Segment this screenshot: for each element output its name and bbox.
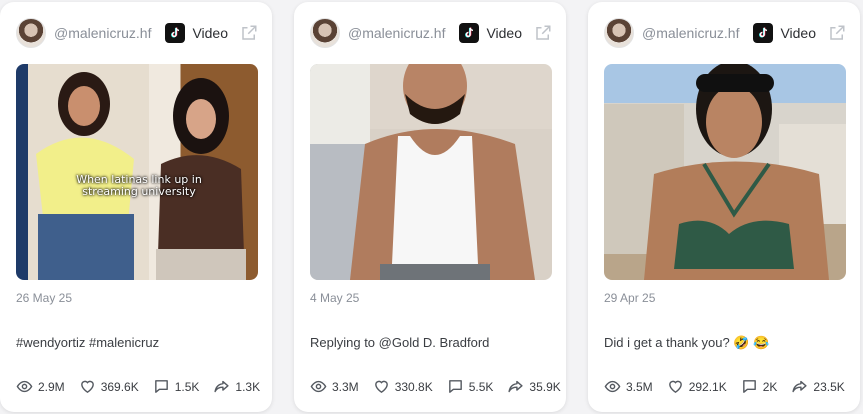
likes-stat: 330.8K <box>373 378 433 395</box>
comment-icon <box>154 380 168 393</box>
username[interactable]: @malenicruz.hf <box>54 25 165 41</box>
share-icon <box>508 380 524 393</box>
post-card[interactable]: @malenicruz.hf Video 29 Apr 25 Did i get… <box>588 2 860 412</box>
shares-count: 23.5K <box>813 379 845 394</box>
heart-icon <box>668 380 682 394</box>
post-date: 29 Apr 25 <box>604 291 656 305</box>
username[interactable]: @malenicruz.hf <box>348 25 459 41</box>
eye-icon <box>16 380 33 393</box>
tiktok-icon <box>753 23 774 43</box>
username[interactable]: @malenicruz.hf <box>642 25 753 41</box>
views-count: 3.5M <box>626 379 653 394</box>
avatar[interactable] <box>604 18 634 48</box>
video-thumbnail[interactable] <box>310 64 552 280</box>
external-link-icon[interactable] <box>534 24 552 42</box>
video-overlay-text: When latinas link up in streaming univer… <box>76 173 202 198</box>
eye-icon <box>604 380 621 393</box>
post-stats: 2.9M 369.6K 1.5K 1.3K <box>16 378 262 395</box>
comments-count: 2K <box>762 379 778 394</box>
post-stats: 3.5M 292.1K 2K 23.5K <box>604 378 850 395</box>
post-type-label: Video <box>780 25 816 41</box>
post-card[interactable]: @malenicruz.hf Video When latinas link u… <box>0 2 272 412</box>
post-stats: 3.3M 330.8K 5.5K 35.9K <box>310 378 561 395</box>
comments-stat: 2K <box>741 378 778 395</box>
views-count: 2.9M <box>38 379 65 394</box>
likes-stat: 369.6K <box>79 378 139 395</box>
share-icon <box>214 380 230 393</box>
tiktok-icon <box>459 23 480 43</box>
heart-icon <box>374 380 388 394</box>
tiktok-icon <box>165 23 186 43</box>
shares-stat: 35.9K <box>507 378 561 395</box>
comment-icon <box>448 380 462 393</box>
post-date: 4 May 25 <box>310 291 360 305</box>
views-stat: 2.9M <box>16 378 65 395</box>
likes-count: 369.6K <box>100 379 139 394</box>
avatar[interactable] <box>310 18 340 48</box>
heart-icon <box>80 380 94 394</box>
post-caption: Did i get a thank you? 🤣 😂 <box>604 335 770 350</box>
views-stat: 3.5M <box>604 378 653 395</box>
post-card[interactable]: @malenicruz.hf Video 4 May 25 Replying t… <box>294 2 566 412</box>
views-stat: 3.3M <box>310 378 359 395</box>
post-caption: Replying to @Gold D. Bradford <box>310 335 490 350</box>
comments-count: 1.5K <box>174 379 200 394</box>
card-header: @malenicruz.hf Video <box>310 16 552 50</box>
external-link-icon[interactable] <box>240 24 258 42</box>
comments-stat: 5.5K <box>447 378 494 395</box>
card-header: @malenicruz.hf Video <box>16 16 258 50</box>
post-date: 26 May 25 <box>16 291 73 305</box>
card-header: @malenicruz.hf Video <box>604 16 846 50</box>
comments-stat: 1.5K <box>153 378 200 395</box>
post-type-label: Video <box>192 25 228 41</box>
comment-icon <box>742 380 756 393</box>
likes-stat: 292.1K <box>667 378 727 395</box>
comments-count: 5.5K <box>468 379 494 394</box>
likes-count: 292.1K <box>688 379 727 394</box>
post-caption: #wendyortiz #malenicruz <box>16 335 160 350</box>
external-link-icon[interactable] <box>828 24 846 42</box>
video-thumbnail[interactable] <box>604 64 846 280</box>
likes-count: 330.8K <box>394 379 433 394</box>
share-icon <box>792 380 808 393</box>
shares-count: 1.3K <box>235 379 261 394</box>
shares-stat: 1.3K <box>213 378 260 395</box>
shares-stat: 23.5K <box>791 378 845 395</box>
avatar[interactable] <box>16 18 46 48</box>
video-thumbnail[interactable]: When latinas link up in streaming univer… <box>16 64 258 280</box>
shares-count: 35.9K <box>529 379 561 394</box>
views-count: 3.3M <box>332 379 359 394</box>
eye-icon <box>310 380 327 393</box>
post-type-label: Video <box>486 25 522 41</box>
